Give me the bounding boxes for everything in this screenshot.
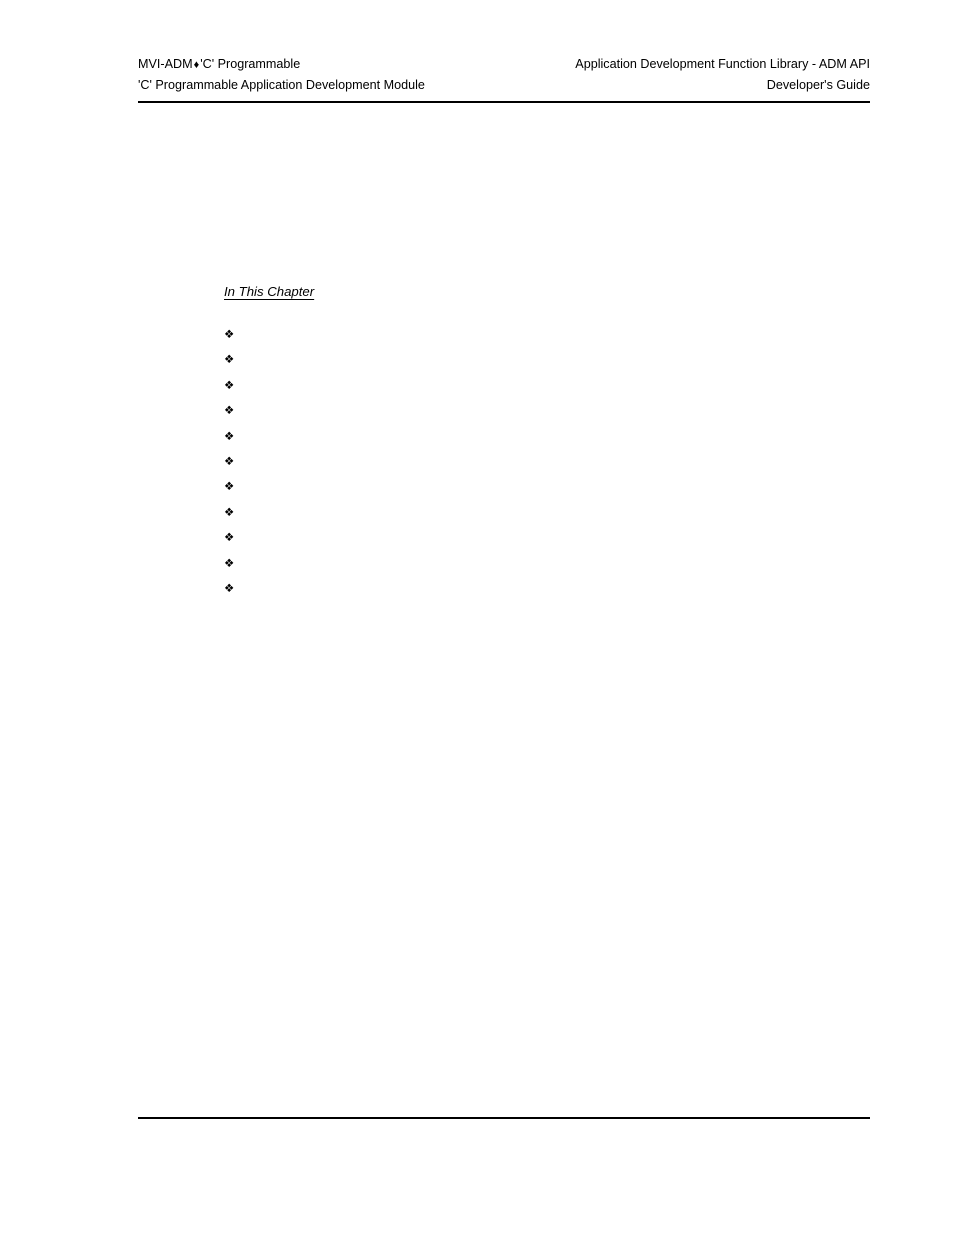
diamond-bullet-icon: ❖ <box>224 428 235 443</box>
list-item[interactable]: ❖ <box>224 551 870 576</box>
diamond-bullet-icon: ❖ <box>224 504 235 519</box>
header-left-line-1: MVI-ADM♦'C' Programmable <box>138 54 425 75</box>
list-item[interactable]: ❖ <box>224 322 870 347</box>
diamond-bullet-icon: ❖ <box>224 530 235 545</box>
list-item[interactable]: ❖ <box>224 347 870 372</box>
list-item[interactable]: ❖ <box>224 500 870 525</box>
header-left-block: MVI-ADM♦'C' Programmable 'C' Programmabl… <box>138 54 425 95</box>
diamond-bullet-icon: ❖ <box>224 479 235 494</box>
chapter-toc-list: ❖ ❖ ❖ ❖ ❖ ❖ ❖ ❖ ❖ ❖ ❖ <box>224 322 870 601</box>
list-item[interactable]: ❖ <box>224 576 870 601</box>
diamond-bullet-icon: ❖ <box>224 377 235 392</box>
diamond-bullet-icon: ❖ <box>224 403 235 418</box>
header-product-name: MVI-ADM <box>138 57 193 71</box>
chapter-contents-block: In This Chapter ❖ ❖ ❖ ❖ ❖ ❖ ❖ ❖ ❖ ❖ ❖ <box>224 283 870 595</box>
diamond-bullet-icon: ❖ <box>224 327 235 341</box>
document-page: MVI-ADM♦'C' Programmable 'C' Programmabl… <box>0 0 954 1235</box>
header-left-line-2: 'C' Programmable Application Development… <box>138 77 425 92</box>
diamond-bullet-icon: ❖ <box>224 453 235 468</box>
header-right-line-2: Developer's Guide <box>766 77 870 92</box>
header-product-variant: 'C' Programmable <box>200 57 301 71</box>
in-this-chapter-heading: In This Chapter <box>224 284 315 299</box>
list-item[interactable]: ❖ <box>224 373 870 398</box>
list-item[interactable]: ❖ <box>224 398 870 423</box>
list-item[interactable]: ❖ <box>224 424 870 449</box>
page-header: MVI-ADM♦'C' Programmable 'C' Programmabl… <box>138 54 870 95</box>
list-item[interactable]: ❖ <box>224 525 870 550</box>
list-item[interactable]: ❖ <box>224 449 870 474</box>
diamond-bullet-icon: ❖ <box>224 555 235 570</box>
footer-divider-rule <box>138 1117 870 1119</box>
diamond-bullet-icon: ❖ <box>224 352 235 367</box>
diamond-bullet-icon: ❖ <box>224 580 235 595</box>
header-right-block: Application Development Function Library… <box>575 54 870 95</box>
header-divider-rule <box>138 101 870 103</box>
list-item[interactable]: ❖ <box>224 474 870 499</box>
header-right-line-1: Application Development Function Library… <box>575 57 870 71</box>
